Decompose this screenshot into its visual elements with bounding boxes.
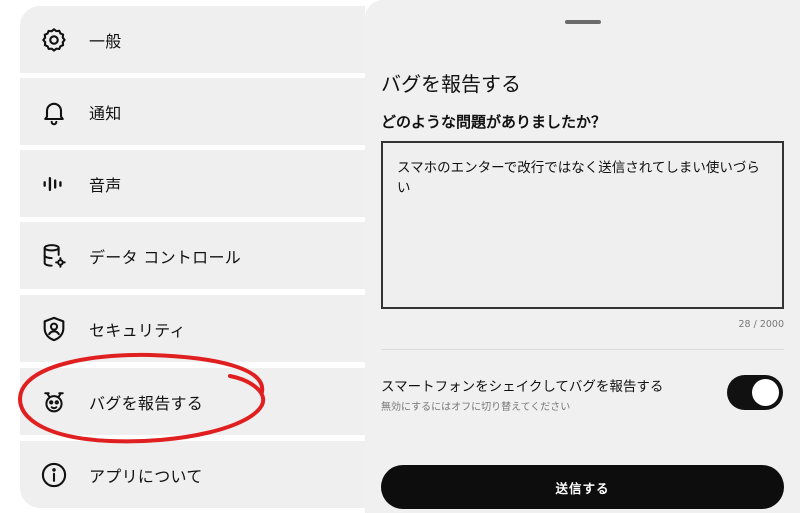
feedback-textarea[interactable]: スマホのエンターで改行ではなく送信されてしまい使いづらい (381, 141, 784, 309)
bug-icon (40, 388, 68, 416)
bug-report-sheet: バグを報告する どのような問題がありましたか？ スマホのエンターで改行ではなく送… (365, 0, 800, 513)
info-icon (40, 461, 68, 489)
database-settings-icon (40, 242, 68, 270)
settings-item-security[interactable]: セキュリティ (20, 295, 365, 362)
toggle-knob (752, 379, 779, 406)
gear-icon (40, 26, 68, 54)
settings-item-label: 一般 (89, 31, 122, 51)
shield-user-icon (40, 315, 68, 343)
settings-item-label: アプリについて (89, 466, 203, 486)
submit-button[interactable]: 送信する (381, 465, 784, 509)
settings-item-report-bug[interactable]: バグを報告する (20, 368, 365, 435)
divider (381, 349, 784, 350)
settings-item-label: 音声 (89, 175, 122, 195)
settings-list: 一般 通知 音声 データ コントロール セキュリティ バグを報告する アプリにつ… (20, 6, 365, 508)
drag-handle[interactable] (565, 20, 601, 24)
settings-item-data-controls[interactable]: データ コントロール (20, 222, 365, 289)
settings-item-voice[interactable]: 音声 (20, 150, 365, 217)
shake-to-report-label: スマートフォンをシェイクしてバグを報告する (381, 379, 664, 395)
settings-item-general[interactable]: 一般 (20, 6, 365, 73)
settings-item-about[interactable]: アプリについて (20, 441, 365, 508)
sheet-title: バグを報告する (381, 72, 521, 96)
waveform-icon (40, 170, 68, 198)
settings-item-label: バグを報告する (89, 393, 204, 413)
question-label: どのような問題がありましたか？ (381, 113, 607, 131)
shake-to-report-toggle[interactable] (727, 375, 783, 410)
char-count: 28 / 2000 (738, 319, 784, 330)
settings-item-notifications[interactable]: 通知 (20, 78, 365, 145)
settings-item-label: データ コントロール (89, 247, 242, 267)
settings-item-label: セキュリティ (89, 320, 186, 340)
shake-to-report-sublabel: 無効にするにはオフに切り替えてください (381, 402, 571, 413)
settings-item-label: 通知 (89, 103, 122, 123)
bell-icon (40, 98, 68, 126)
